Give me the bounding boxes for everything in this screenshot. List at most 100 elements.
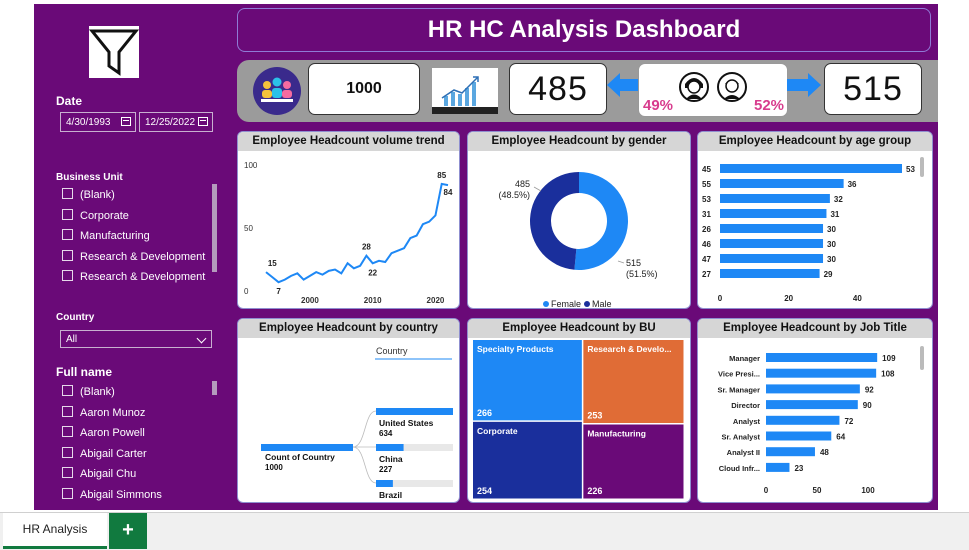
x-tick-label: 50 [813, 486, 822, 495]
category-label: Cloud Infr... [719, 464, 760, 473]
business-unit-item[interactable]: Corporate [62, 208, 129, 224]
add-sheet-button[interactable]: + [109, 513, 147, 549]
leader-line [617, 260, 625, 264]
total-employees-card: 1000 [308, 63, 420, 115]
business-unit-item-label: Research & Development [80, 271, 206, 283]
headcount-trend-chart: 0 50 100 2000 2010 2020 15 7 28 22 85 84 [244, 161, 453, 305]
full-name-scrollbar[interactable] [212, 381, 217, 395]
checkbox[interactable] [62, 249, 73, 261]
tile-label: Corporate [477, 426, 518, 436]
data-label: 30 [827, 240, 836, 249]
x-tick-label: 2020 [427, 296, 445, 305]
slice-percent-label: (48.5%) [498, 190, 530, 200]
business-unit-scrollbar[interactable] [212, 184, 217, 272]
age-group-title: Employee Headcount by age group [698, 132, 932, 151]
bar [376, 444, 404, 451]
checkbox[interactable] [62, 188, 73, 199]
male-avatar-icon [717, 72, 747, 102]
calendar-icon[interactable] [121, 117, 131, 126]
trend-line [265, 182, 449, 284]
bar [720, 179, 844, 188]
business-unit-item[interactable]: Manufacturing [62, 228, 150, 244]
y-tick-label: 100 [244, 161, 258, 170]
bar [766, 431, 832, 441]
checkbox[interactable] [62, 446, 73, 458]
x-tick-label: 2010 [364, 296, 382, 305]
x-tick-label: 100 [861, 486, 875, 495]
x-tick-label: 40 [853, 294, 862, 303]
checkbox[interactable] [62, 229, 73, 240]
full-name-item[interactable]: Abigail Carter [62, 446, 147, 462]
category-label: 45 [702, 165, 711, 174]
tile-label: Manufacturing [587, 429, 646, 439]
category-label: 46 [702, 240, 711, 249]
bar [720, 254, 824, 263]
date-label: Date [56, 94, 83, 108]
full-name-item[interactable]: Abigail Simmons [62, 487, 162, 503]
gender-card: Employee Headcount by gender 515 (51.5%) 4… [467, 131, 691, 309]
bar [766, 415, 840, 425]
x-tick-label: 20 [784, 294, 793, 303]
checkbox[interactable] [62, 385, 73, 396]
bar [766, 384, 860, 394]
growth-chart-icon [432, 68, 498, 114]
bar [720, 164, 902, 173]
data-label: 31 [830, 210, 839, 219]
checkbox[interactable] [62, 487, 73, 499]
checkbox[interactable] [62, 467, 73, 478]
country-chart: Country Count of Country1000 United States… [261, 346, 453, 500]
date-start-input[interactable]: 4/30/1993 [60, 112, 136, 132]
checkbox[interactable] [62, 270, 73, 281]
donut-slice-female [574, 172, 629, 270]
headcount-trend-card: Employee Headcount volume trend 0 50 100 20… [237, 131, 460, 309]
data-label: 90 [863, 401, 872, 410]
data-label: 227 [379, 465, 393, 474]
legend-marker-female [543, 301, 549, 307]
country-card: Employee Headcount by country Country Cou… [237, 318, 460, 503]
female-avatar-icon [679, 72, 709, 102]
tab-hr-analysis[interactable]: HR Analysis [3, 513, 107, 549]
funnel-icon [88, 26, 140, 78]
legend-marker-male [584, 301, 590, 307]
x-tick-label: 2000 [301, 296, 319, 305]
chevron-down-icon[interactable] [196, 333, 207, 344]
category-label: 31 [702, 210, 711, 219]
data-label: 72 [844, 417, 853, 426]
checkbox[interactable] [62, 426, 73, 437]
slice-percent-label: (51.5%) [626, 269, 658, 279]
bu-card: Employee Headcount by BU Specialty Produ… [467, 318, 691, 503]
business-unit-label: Business Unit [56, 172, 123, 183]
male-count-card: 515 [824, 63, 922, 115]
country-dropdown[interactable]: All [60, 330, 212, 348]
full-name-item[interactable]: Aaron Powell [62, 425, 145, 441]
checkbox[interactable] [62, 405, 73, 417]
bar [376, 408, 453, 415]
full-name-item[interactable]: Abigail Chu [62, 466, 136, 482]
gender-chart: 515(51.5%) 485(48.5%) Female Male [498, 172, 658, 308]
full-name-item-label: Abigail Chu [80, 468, 137, 480]
male-percent: 52% [754, 97, 785, 114]
full-name-item[interactable]: Aaron Munoz [62, 405, 145, 421]
category-label: Brazil [379, 490, 402, 500]
root-bar [261, 444, 353, 451]
data-label: 30 [827, 225, 836, 234]
full-name-item[interactable]: (Blank) [62, 384, 115, 400]
category-label: Vice Presi... [718, 370, 760, 379]
connector-line [352, 410, 377, 448]
category-label: 53 [702, 195, 711, 204]
business-unit-item[interactable]: (Blank) [62, 187, 115, 203]
tile-label: Specialty Products [477, 344, 554, 354]
checkbox[interactable] [62, 208, 73, 220]
category-label: Analyst [733, 417, 761, 426]
date-end-input[interactable]: 12/25/2022 [139, 112, 213, 132]
calendar-icon[interactable] [198, 117, 208, 126]
bu-treemap: Specialty Products 266 Research & Develo..… [473, 340, 684, 499]
age-group-chart: 45 53 55 36 53 32 31 31 26 30 46 30 47 30 27 29 0 20 40 [702, 157, 924, 303]
business-unit-item-label: Manufacturing [80, 230, 150, 242]
bar [720, 269, 820, 278]
business-unit-item[interactable]: Research & Development [62, 249, 205, 265]
bu-title: Employee Headcount by BU [468, 319, 690, 338]
legend-label-female: Female [551, 299, 581, 308]
business-unit-item[interactable]: Research & Development [62, 269, 205, 285]
full-name-item-label: Abigail Simmons [80, 488, 162, 501]
